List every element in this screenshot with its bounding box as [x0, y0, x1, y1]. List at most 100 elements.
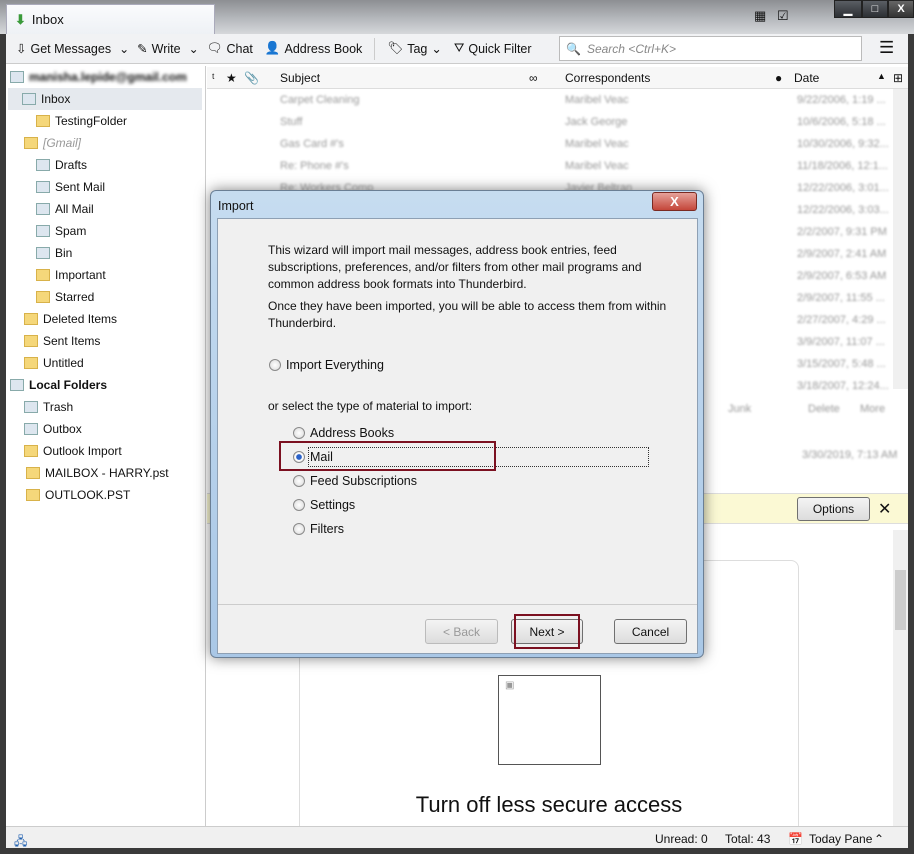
- folder-item[interactable]: Important: [36, 264, 106, 286]
- folder-item[interactable]: Drafts: [36, 154, 87, 176]
- close-window-button[interactable]: X: [888, 0, 914, 18]
- close-icon[interactable]: ✕: [878, 499, 891, 519]
- folder-item[interactable]: Trash: [24, 396, 73, 418]
- folder-item[interactable]: All Mail: [36, 198, 94, 220]
- message-pane-scrollbar[interactable]: [893, 530, 908, 826]
- folder-icon: [26, 489, 40, 501]
- message-row[interactable]: Stuff Jack George 10/6/2006, 5:18 ...: [207, 111, 893, 133]
- folder-item[interactable]: Spam: [36, 220, 86, 242]
- folder-item[interactable]: Local Folders: [10, 374, 107, 396]
- folder-item[interactable]: Untitled: [24, 352, 84, 374]
- chevron-up-icon[interactable]: ⌃: [874, 832, 884, 846]
- radio-import-everything[interactable]: Import Everything: [269, 358, 384, 372]
- folder-item[interactable]: manisha.lepide@gmail.com: [10, 66, 187, 88]
- column-date[interactable]: Date: [794, 71, 819, 85]
- cancel-button[interactable]: Cancel: [614, 619, 687, 644]
- highlight-next: [514, 614, 580, 649]
- chevron-down-icon[interactable]: ⌄: [189, 42, 199, 56]
- message-row[interactable]: Re: Phone #'s Maribel Veac 11/18/2006, 12:…: [207, 155, 893, 177]
- message-row[interactable]: Gas Card #'s Maribel Veac 10/30/2006, 9:32…: [207, 133, 893, 155]
- folder-icon: [24, 137, 38, 149]
- message-row[interactable]: Carpet Cleaning Maribel Veac 9/22/2006, 1:…: [207, 89, 893, 111]
- folder-item[interactable]: Sent Items: [24, 330, 100, 352]
- column-subject[interactable]: Subject: [280, 71, 320, 85]
- maximize-button[interactable]: □: [862, 0, 888, 18]
- folder-item[interactable]: Starred: [36, 286, 94, 308]
- chevron-down-icon: ⌄: [431, 42, 442, 56]
- online-status-icon[interactable]: 🖧: [14, 832, 27, 853]
- get-messages-button[interactable]: ⇩ Get Messages: [12, 39, 115, 58]
- message-date: 11/18/2006, 12:1...: [797, 160, 888, 172]
- folder-item[interactable]: OUTLOOK.PST: [26, 484, 130, 506]
- chat-button[interactable]: 🗨 Chat: [203, 39, 257, 58]
- write-button[interactable]: ✎ Write: [133, 39, 184, 58]
- column-correspondents[interactable]: Correspondents: [565, 71, 650, 85]
- folder-item[interactable]: Outbox: [24, 418, 82, 440]
- radio-address-books[interactable]: Address Books: [293, 426, 394, 440]
- radio-icon: [293, 523, 305, 535]
- read-status-icon[interactable]: ∞: [529, 71, 538, 85]
- column-picker-icon[interactable]: ⊞: [893, 71, 903, 85]
- star-icon[interactable]: ★: [226, 71, 237, 85]
- dialog-close-button[interactable]: X: [652, 192, 697, 211]
- folder-item[interactable]: MAILBOX - HARRY.pst: [26, 462, 169, 484]
- radio-settings[interactable]: Settings: [293, 498, 355, 512]
- highlight-mail: [279, 441, 496, 471]
- dialog-body: This wizard will import mail messages, a…: [217, 218, 698, 654]
- select-type-label: or select the type of material to import…: [268, 399, 473, 413]
- radio-icon: [269, 359, 281, 371]
- folder-item[interactable]: Bin: [36, 242, 72, 264]
- attachment-icon[interactable]: 📎: [244, 71, 259, 85]
- folder-item[interactable]: Sent Mail: [36, 176, 105, 198]
- folder-item[interactable]: Deleted Items: [24, 308, 117, 330]
- menu-icon[interactable]: ☰: [879, 38, 894, 58]
- trash-icon: [36, 247, 50, 259]
- folder-item[interactable]: Inbox: [8, 88, 202, 110]
- folder-item[interactable]: TestingFolder: [36, 110, 127, 132]
- thread-icon[interactable]: ᵗ: [212, 71, 215, 85]
- message-from: Maribel Veac: [565, 94, 629, 106]
- minimize-button[interactable]: ▁: [834, 0, 862, 18]
- folder-item[interactable]: Outlook Import: [24, 440, 122, 462]
- account-icon: [10, 71, 24, 83]
- broken-image-icon: ▣: [505, 680, 515, 691]
- divider: [374, 37, 376, 60]
- tasks-icon[interactable]: ☑: [777, 8, 789, 24]
- tab-inbox[interactable]: ⬇ Inbox: [6, 4, 215, 34]
- back-button[interactable]: < Back: [425, 619, 498, 644]
- radio-feed-subscriptions[interactable]: Feed Subscriptions: [293, 474, 417, 488]
- radio-filters[interactable]: Filters: [293, 522, 344, 536]
- search-input[interactable]: 🔍 Search <Ctrl+K>: [559, 36, 862, 61]
- inbox-icon: [22, 93, 36, 105]
- delete-button[interactable]: Delete: [808, 403, 840, 415]
- divider: [218, 604, 697, 605]
- radio-icon: [293, 427, 305, 439]
- pencil-icon: ✎: [137, 42, 148, 56]
- message-date: 2/27/2007, 4:29 ...: [797, 314, 886, 326]
- message-list-scrollbar[interactable]: [893, 89, 908, 389]
- message-from: Jack George: [565, 116, 628, 128]
- tag-button[interactable]: 🏷 Tag ⌄: [383, 39, 446, 58]
- junk-button[interactable]: Junk: [728, 403, 751, 415]
- folder-icon: [36, 269, 50, 281]
- folder-item[interactable]: [Gmail]: [24, 132, 81, 154]
- message-date: 3/15/2007, 5:48 ...: [797, 358, 886, 370]
- message-date: 3/30/2019, 7:13 AM: [802, 449, 898, 461]
- quick-filter-button[interactable]: ⛛ Quick Filter: [450, 39, 536, 58]
- chevron-down-icon[interactable]: ⌄: [119, 42, 129, 56]
- more-button[interactable]: More: [860, 403, 885, 415]
- search-icon: 🔍: [566, 41, 581, 56]
- message-date: 9/22/2006, 1:19 ...: [797, 94, 886, 106]
- message-from: Maribel Veac: [565, 138, 629, 150]
- import-dialog: Import X This wizard will import mail me…: [210, 190, 704, 658]
- spam-icon: [36, 225, 50, 237]
- junk-status-icon[interactable]: ●: [775, 71, 782, 85]
- options-button[interactable]: Options: [797, 497, 870, 521]
- message-from: Maribel Veac: [565, 160, 629, 172]
- status-bar: 🖧 Unread: 0 Total: 43 📅 Today Pane ⌃: [6, 826, 908, 848]
- today-pane-toggle[interactable]: Today Pane: [809, 832, 872, 846]
- tag-icon: 🏷: [387, 41, 404, 55]
- address-book-button[interactable]: 👤 Address Book: [261, 39, 366, 58]
- calendar-icon[interactable]: ▦: [754, 8, 766, 24]
- message-date: 2/2/2007, 9:31 PM: [797, 226, 887, 238]
